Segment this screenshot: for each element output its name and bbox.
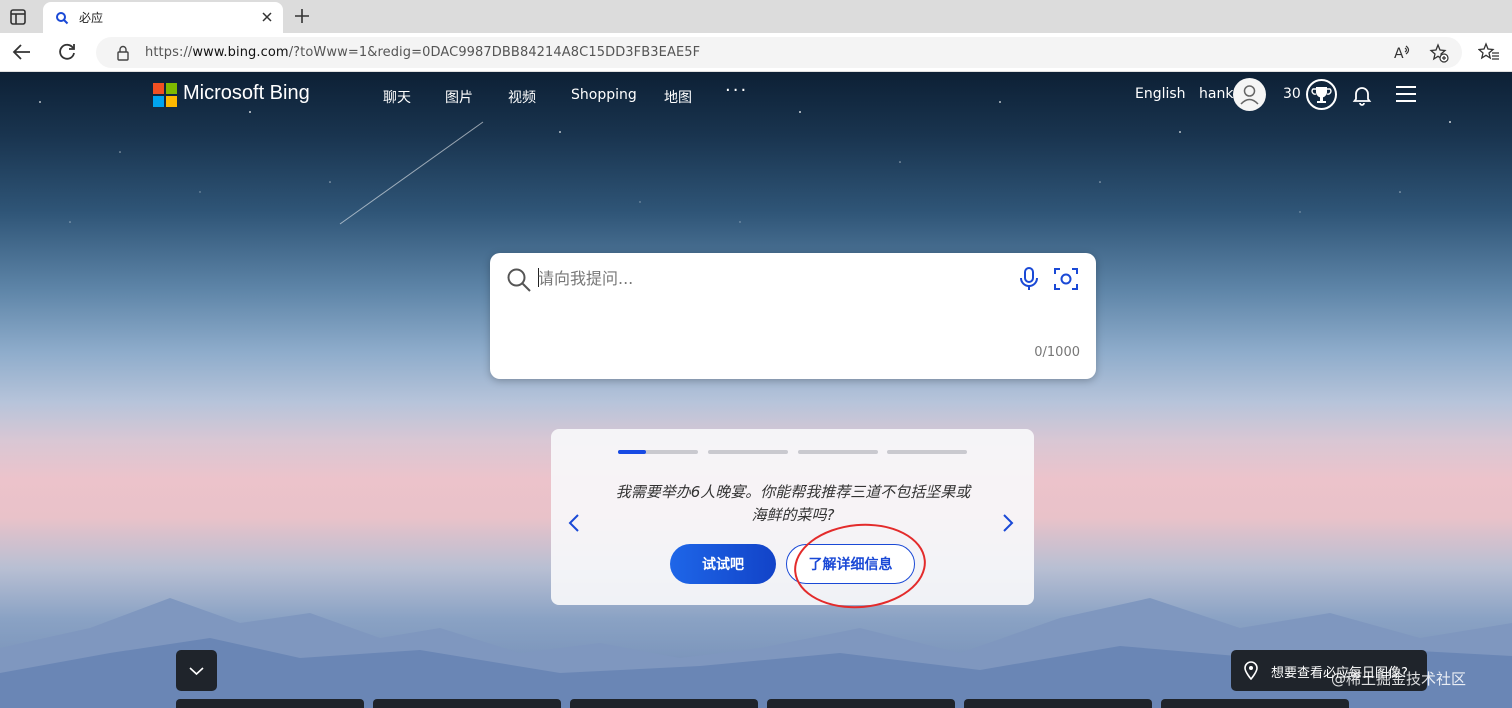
carousel-progress-fill (618, 450, 646, 454)
prompt-text: 我需要举办6人晚宴。你能帮我推荐三道不包括坚果或海鲜的菜吗? (615, 483, 971, 524)
user-icon (1240, 85, 1259, 105)
rewards-points[interactable]: 30 (1283, 86, 1301, 102)
news-card-strip[interactable] (570, 699, 758, 708)
carousel-indicator-3[interactable] (798, 450, 878, 454)
menu-icon[interactable] (1395, 85, 1417, 107)
favorites-icon[interactable] (1477, 41, 1500, 63)
location-pin-icon (1244, 661, 1258, 680)
url-prefix: https:// (145, 45, 193, 60)
tab-bar: 必应 (0, 0, 1512, 33)
news-card-strip[interactable] (964, 699, 1152, 708)
close-tab-icon[interactable] (259, 9, 275, 29)
nav-more-button[interactable]: ··· (725, 80, 748, 101)
search-input[interactable] (538, 263, 998, 293)
news-card-strip[interactable] (767, 699, 955, 708)
refresh-icon[interactable] (56, 41, 78, 63)
back-arrow-icon[interactable] (11, 41, 33, 63)
try-it-button[interactable]: 试试吧 (670, 544, 776, 584)
language-switch[interactable]: English (1135, 86, 1186, 102)
character-counter: 0/1000 (1034, 345, 1080, 360)
bing-homepage: Microsoft Bing 聊天 图片 视频 Shopping 地图 ··· … (0, 72, 1512, 708)
notifications-bell-icon[interactable] (1352, 84, 1372, 110)
lock-icon[interactable] (116, 45, 130, 65)
address-bar[interactable]: https://www.bing.com/?toWww=1&redig=0DAC… (96, 37, 1462, 68)
tab-actions-icon[interactable] (8, 7, 28, 27)
carousel-indicator-2[interactable] (708, 450, 788, 454)
carousel-indicator-1[interactable] (618, 450, 698, 454)
new-tab-icon[interactable] (292, 6, 312, 30)
browser-tab[interactable]: 必应 (43, 2, 283, 33)
search-icon (506, 267, 532, 297)
carousel-indicator-4[interactable] (887, 450, 967, 454)
microsoft-logo-icon (153, 83, 177, 107)
nav-shopping[interactable]: Shopping (571, 87, 637, 103)
avatar[interactable] (1233, 78, 1266, 111)
tab-title: 必应 (79, 11, 104, 25)
rewards-trophy-icon[interactable] (1306, 79, 1337, 110)
chevron-down-icon (189, 667, 204, 676)
news-card-strip[interactable] (176, 699, 364, 708)
username[interactable]: hank (1199, 86, 1233, 102)
prompt-suggestion-card: 我需要举办6人晚宴。你能帮我推荐三道不包括坚果或海鲜的菜吗? 试试吧 了解详细信… (551, 429, 1034, 605)
news-card-strip[interactable] (1161, 699, 1349, 708)
svg-text:A: A (1394, 46, 1404, 62)
visual-search-icon[interactable] (1053, 266, 1079, 296)
scroll-down-button[interactable] (176, 650, 217, 691)
logo-text: Microsoft Bing (183, 82, 310, 104)
search-box[interactable]: 0/1000 (490, 253, 1096, 379)
url-host: www.bing.com (192, 45, 289, 60)
add-favorite-star-icon[interactable] (1429, 43, 1449, 67)
nav-images[interactable]: 图片 (445, 87, 473, 107)
chevron-left-icon[interactable] (567, 513, 581, 537)
url-text[interactable]: https://www.bing.com/?toWww=1&redig=0DAC… (145, 45, 700, 60)
nav-chat[interactable]: 聊天 (383, 87, 411, 107)
browser-toolbar: https://www.bing.com/?toWww=1&redig=0DAC… (0, 33, 1512, 72)
news-card-strip[interactable] (373, 699, 561, 708)
nav-videos[interactable]: 视频 (508, 87, 536, 107)
url-path: /?toWww=1&redig=0DAC9987DBB84214A8C15DD3… (288, 45, 701, 60)
chevron-right-icon[interactable] (1001, 513, 1015, 537)
nav-maps[interactable]: 地图 (664, 87, 692, 107)
watermark: @稀土掘金技术社区 (1331, 670, 1467, 688)
read-aloud-icon[interactable]: A (1392, 43, 1412, 67)
microphone-icon[interactable] (1018, 266, 1040, 296)
bing-search-favicon-icon (55, 10, 69, 29)
